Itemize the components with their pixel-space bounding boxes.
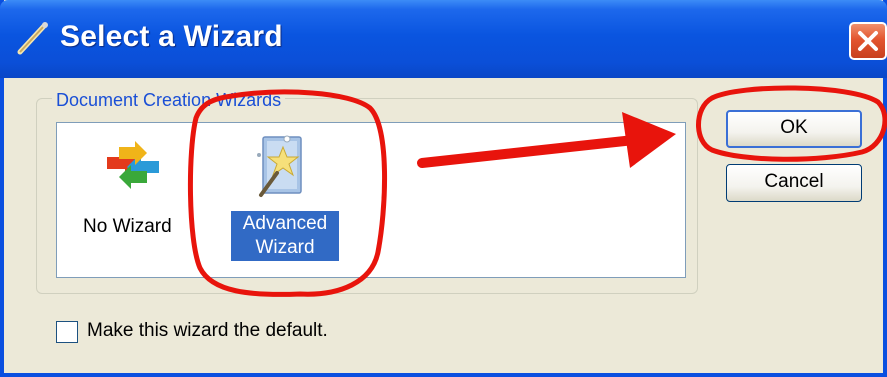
magic-wand-icon (257, 135, 302, 197)
window-title: Select a Wizard (60, 20, 283, 53)
list-item-advanced-wizard[interactable]: Advanced Wizard (229, 131, 341, 261)
arrows-icon (107, 141, 159, 189)
default-checkbox[interactable] (56, 321, 78, 343)
title-bar[interactable]: Select a Wizard (0, 0, 887, 78)
close-button[interactable] (849, 22, 887, 60)
item-label-advanced-line2: Wizard (255, 237, 315, 258)
pencil-icon (17, 22, 48, 55)
close-icon (858, 31, 878, 51)
item-label-advanced-wizard: Advanced Wizard (231, 211, 339, 261)
cancel-button[interactable]: Cancel (726, 164, 862, 202)
list-item-no-wizard[interactable]: No Wizard (77, 135, 187, 245)
default-checkbox-label: Make this wizard the default. (87, 320, 328, 341)
group-label: Document Creation Wizards (52, 90, 286, 111)
wizard-list[interactable]: No Wizard Advanced Wizard (56, 122, 686, 278)
item-label-advanced-line1: Advanced (242, 213, 328, 234)
ok-button[interactable]: OK (726, 110, 862, 148)
item-label-no-wizard: No Wizard (83, 216, 172, 237)
